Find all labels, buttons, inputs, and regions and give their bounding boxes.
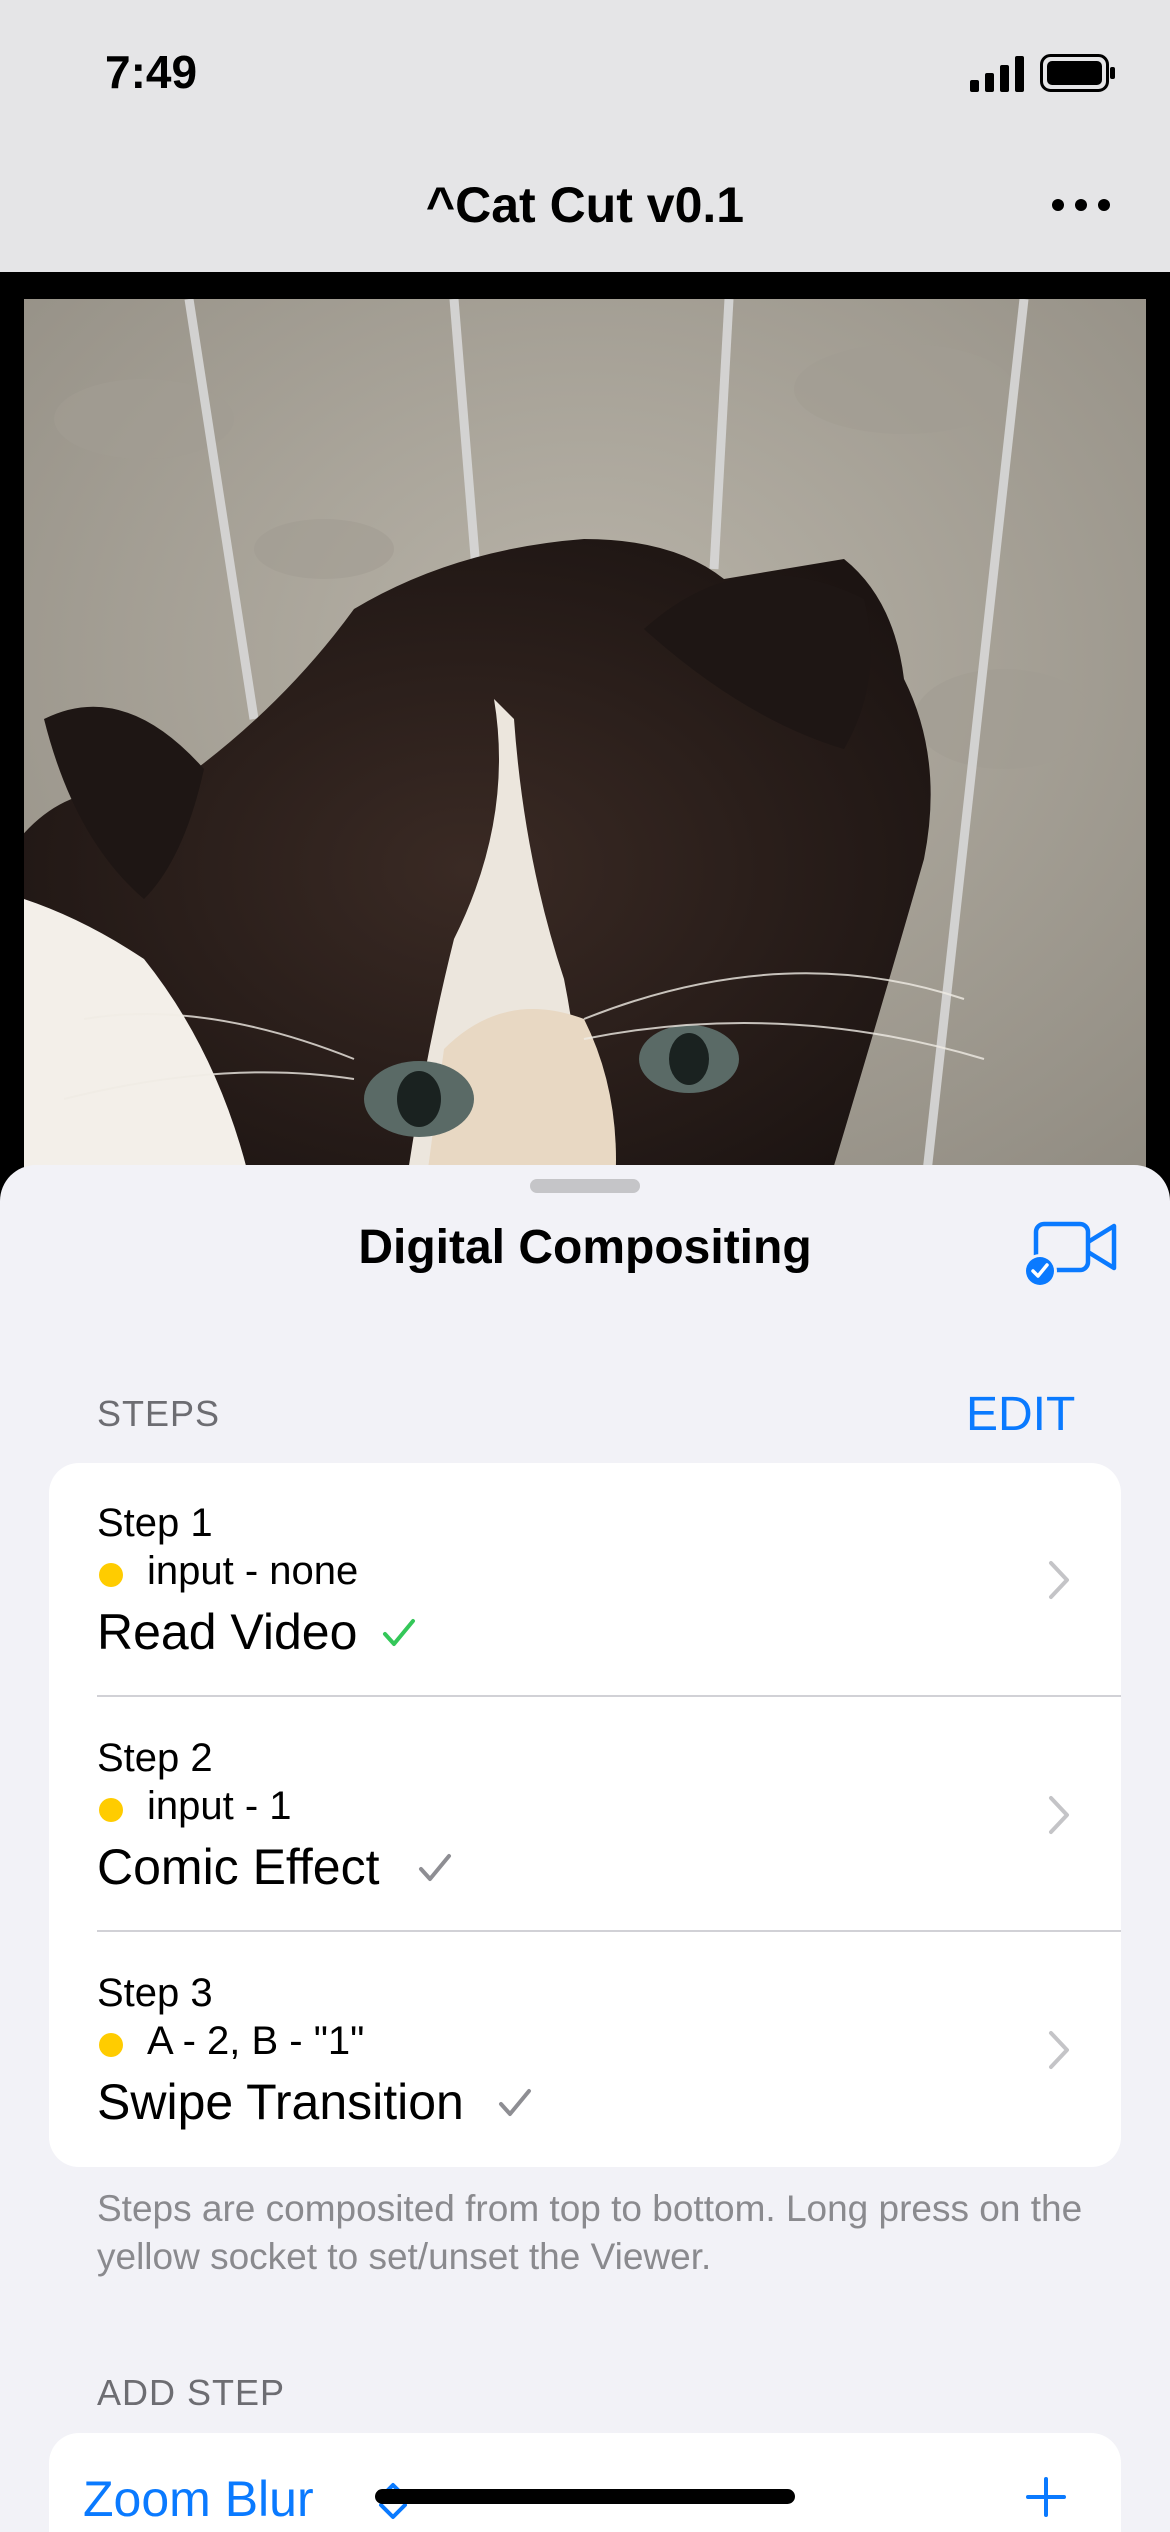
add-step-button[interactable] [1024,2475,1068,2519]
steps-footnote: Steps are composited from top to bottom.… [97,2188,1083,2277]
video-viewer[interactable] [24,299,1146,1199]
step-input: input - none [147,1549,359,1593]
step-input: input - 1 [147,1784,292,1828]
effect-picker[interactable]: Zoom Blur [83,2470,314,2528]
checkmark-icon [499,2089,531,2116]
checkmark-icon [383,1619,415,1646]
status-time: 7:49 [105,46,198,98]
step-row-2[interactable]: Step 2 input - 1 Comic Effect [49,1698,1121,1932]
step-number: Step 3 [97,1971,213,2015]
row-divider [97,1930,1121,1932]
steps-list: Step 1 input - none Read Video Step 2 in… [49,1463,1121,2167]
compositing-sheet: Digital Compositing STEPS EDIT Step 1 in… [0,1165,1170,2532]
add-step-section-header: ADD STEP [97,2372,286,2413]
kitten-video-frame [24,299,1146,1199]
viewer-socket[interactable] [99,2033,123,2057]
step-row-1[interactable]: Step 1 input - none Read Video [49,1463,1121,1697]
step-effect: Swipe Transition [97,2074,464,2130]
step-row-3[interactable]: Step 3 A - 2, B - "1" Swipe Transition [49,1933,1121,2167]
step-effect: Comic Effect [97,1839,380,1895]
ellipsis-icon[interactable] [1048,190,1114,220]
row-divider [97,1695,1121,1697]
status-bar: 7:49 [0,0,1170,140]
chevron-right-icon [1049,2031,1069,2069]
sheet-title: Digital Compositing [358,1221,812,1274]
app-title: ^Cat Cut v0.1 [425,177,745,233]
steps-section-header: STEPS [97,1393,221,1434]
edit-button[interactable]: EDIT [966,1387,1075,1442]
navigation-bar: ^Cat Cut v0.1 [0,140,1170,272]
step-input: A - 2, B - "1" [147,2019,365,2063]
cellular-signal-icon [970,56,1024,92]
video-camera-check-icon[interactable] [1020,1210,1120,1290]
chevron-right-icon [1049,1561,1069,1599]
viewer-socket[interactable] [99,1798,123,1822]
sheet-grabber[interactable] [530,1179,640,1193]
chevron-right-icon [1049,1796,1069,1834]
step-number: Step 2 [97,1736,213,1780]
checkmark-icon [419,1854,451,1881]
battery-icon [1040,54,1115,92]
home-indicator[interactable] [375,2489,795,2504]
viewer-socket[interactable] [99,1563,123,1587]
step-number: Step 1 [97,1501,213,1545]
step-effect: Read Video [97,1604,358,1660]
